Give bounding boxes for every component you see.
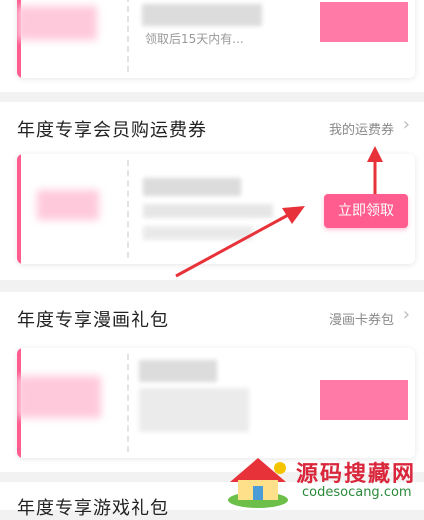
watermark-title: 源码搜藏网 [296, 462, 417, 487]
card-accent-stripe [17, 154, 21, 264]
coupon-title-blurred [139, 360, 217, 382]
coupon-validity-blurred [143, 226, 253, 240]
shipping-coupon-card: 立即领取 [17, 154, 415, 264]
comic-gift-section: 年度专享漫画礼包 漫画卡券包 › [0, 292, 424, 472]
my-shipping-coupons-link[interactable]: 我的运费券 [329, 119, 394, 138]
card-divider [127, 0, 129, 72]
coupon-card-top: 领取后15天内有... [17, 0, 415, 78]
chevron-right-icon[interactable]: › [403, 114, 410, 135]
coupon-title-blurred [143, 178, 241, 196]
section-title-shipping: 年度专享会员购运费券 [17, 120, 207, 141]
coupon-validity-text: 领取后15天内有... [145, 32, 244, 46]
section-title-game: 年度专享游戏礼包 [17, 498, 169, 519]
card-divider [127, 354, 129, 452]
shipping-coupon-section: 年度专享会员购运费券 我的运费券 › 立即领取 [0, 102, 424, 280]
chevron-right-icon[interactable]: › [403, 304, 410, 325]
watermark-url: codesocang.com [302, 485, 412, 500]
comic-coupon-pack-link[interactable]: 漫画卡券包 [329, 309, 394, 328]
coupon-value-blurred [17, 6, 97, 40]
site-watermark: 源码搜藏网 codesocang.com [222, 452, 424, 510]
coupon-value-blurred [17, 376, 101, 418]
claim-now-button[interactable]: 立即领取 [324, 194, 408, 228]
coupon-desc-blurred [143, 204, 273, 218]
house-logo-icon [228, 458, 288, 508]
coupon-value-blurred [37, 190, 99, 220]
top-section: 领取后15天内有... [0, 0, 424, 92]
coupon-desc-blurred [139, 388, 249, 432]
coupon-title-blurred [142, 4, 262, 26]
comic-coupon-card [17, 348, 415, 458]
card-divider [127, 160, 129, 258]
coupon-action-blurred[interactable] [320, 380, 408, 420]
coupon-action-blurred[interactable] [320, 2, 408, 42]
section-title-comic: 年度专享漫画礼包 [17, 310, 169, 331]
